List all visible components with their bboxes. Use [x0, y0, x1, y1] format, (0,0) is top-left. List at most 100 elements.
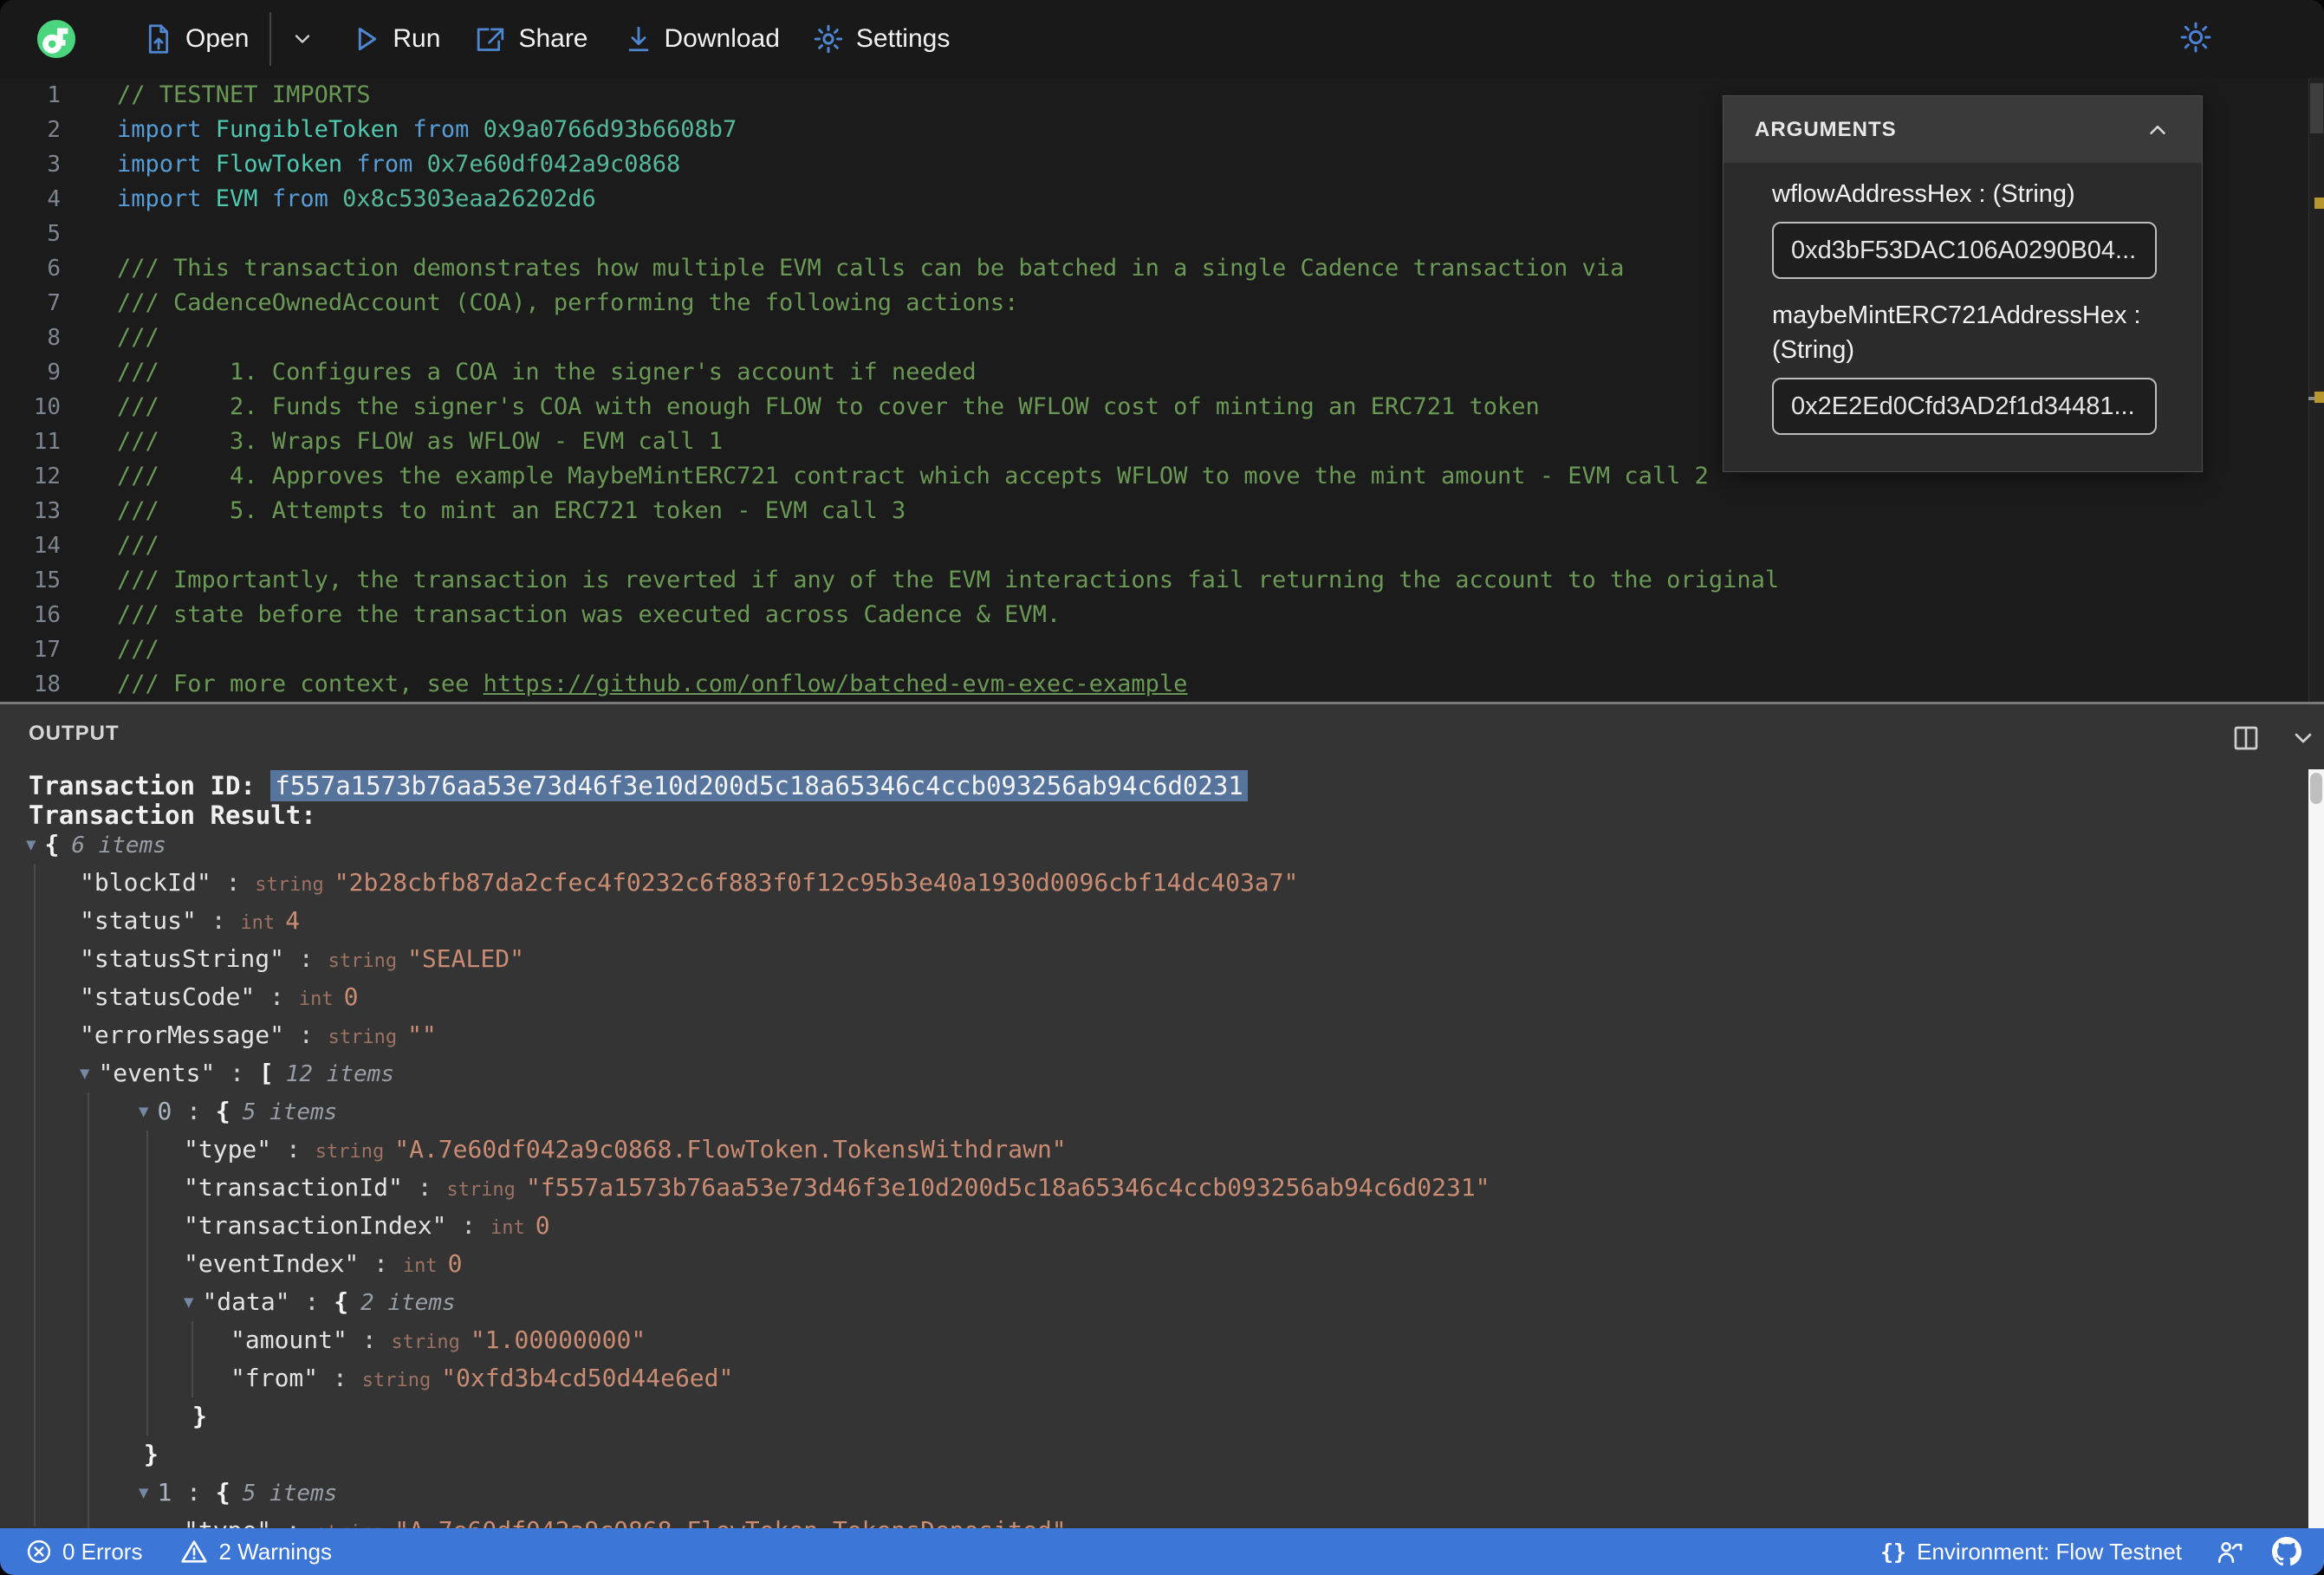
json-value: 0 [447, 1249, 463, 1278]
json-brace: { [215, 1097, 230, 1125]
json-value: 0 [343, 982, 359, 1011]
transaction-id-value[interactable]: f557a1573b76aa53e73d46f3e10d200d5c18a653… [270, 770, 1248, 801]
code-text: import FlowToken from 0x7e60df042a9c0868 [117, 147, 680, 182]
line-number: 17 [33, 637, 61, 663]
json-type-label: string [391, 1332, 460, 1353]
split-panel-icon[interactable] [2232, 725, 2260, 751]
json-row: "errorMessage" : string "" [80, 1016, 437, 1054]
json-colon: : [402, 1173, 447, 1202]
github-icon [2272, 1537, 2301, 1566]
output-scrollbar-track[interactable] [2308, 769, 2324, 1575]
json-value: 4 [285, 906, 301, 935]
settings-button[interactable]: Settings [813, 23, 950, 55]
code-token: import [117, 151, 216, 178]
editor-scrollbar-thumb[interactable] [2310, 83, 2323, 133]
download-icon [628, 26, 648, 52]
json-row: ▼ 0 : {5 items [139, 1092, 337, 1131]
collapse-output-chevron-icon[interactable] [2289, 725, 2317, 751]
expand-triangle-icon[interactable]: ▼ [184, 1283, 193, 1321]
indent-guide [192, 1321, 193, 1397]
code-link[interactable]: https://github.com/onflow/batched-evm-ex… [484, 671, 1188, 697]
code-token: import [117, 185, 216, 212]
json-colon: : [446, 1211, 491, 1240]
status-bar: 0 Errors 2 Warnings {} Environment: Flow… [0, 1528, 2324, 1575]
json-row: } [192, 1397, 207, 1436]
json-brace: { [44, 830, 60, 859]
argument-input-wflow[interactable] [1772, 222, 2157, 279]
errors-indicator[interactable]: 0 Errors [26, 1539, 142, 1565]
transaction-id-line: Transaction ID: f557a1573b76aa53e73d46f3… [29, 770, 1248, 801]
json-brace: } [192, 1402, 207, 1430]
open-dropdown-button[interactable] [290, 27, 315, 51]
indent-guide [146, 1131, 148, 1436]
code-token: FungibleToken [215, 116, 399, 143]
transaction-id-label: Transaction ID: [29, 771, 271, 800]
open-button[interactable]: Open [144, 23, 249, 55]
expand-triangle-icon[interactable]: ▼ [80, 1054, 89, 1092]
gear-icon [814, 24, 843, 54]
code-token: /// This transaction demonstrates how mu… [117, 255, 1625, 282]
code-token: /// 4. Approves the example MaybeMintERC… [117, 463, 1709, 489]
json-key: "transactionIndex" [184, 1211, 447, 1240]
line-number: 15 [33, 567, 61, 593]
theme-toggle-button[interactable] [2178, 20, 2213, 59]
code-token: /// 2. Funds the signer's COA with enoug… [117, 393, 1540, 420]
output-title: OUTPUT [29, 722, 120, 745]
line-number: 10 [33, 394, 61, 420]
github-link[interactable] [2272, 1537, 2301, 1566]
code-line: 14 /// [0, 528, 2324, 563]
warning-marker [2314, 198, 2324, 209]
arguments-header[interactable]: ARGUMENTS [1724, 96, 2202, 163]
json-value: "0xfd3b4cd50d44e6ed" [441, 1364, 734, 1392]
json-type-label: string [361, 1370, 432, 1391]
code-line: 16 /// state before the transaction was e… [0, 598, 2324, 632]
json-items-count: 5 items [242, 1099, 338, 1125]
code-token: /// state before the transaction was exe… [117, 601, 1061, 628]
code-token: 0x8c5303eaa26202d6 [342, 185, 596, 212]
editor-overview-ruler [2308, 78, 2324, 702]
share-button[interactable]: Share [475, 24, 588, 54]
feedback-button[interactable] [2215, 1538, 2244, 1565]
json-type-label: int [240, 912, 276, 934]
run-button[interactable]: Run [354, 24, 440, 54]
code-token: /// Importantly, the transaction is reve… [117, 567, 1780, 593]
line-number: 16 [33, 602, 61, 628]
json-key: "events" [98, 1059, 216, 1087]
output-scrollbar-thumb[interactable] [2310, 773, 2322, 804]
json-colon: : [271, 1135, 315, 1163]
line-number: 18 [33, 671, 61, 697]
error-circle-icon [27, 1539, 51, 1564]
warnings-indicator[interactable]: 2 Warnings [180, 1539, 332, 1565]
json-colon: : [211, 868, 256, 897]
panel-splitter[interactable] [0, 702, 2324, 704]
json-key: "status" [80, 906, 197, 935]
code-text: import EVM from 0x8c5303eaa26202d6 [117, 182, 596, 217]
code-line: 13 /// 5. Attempts to mint an ERC721 toke… [0, 494, 2324, 528]
expand-triangle-icon[interactable]: ▼ [26, 826, 36, 864]
json-type-label: string [446, 1179, 516, 1201]
environment-indicator[interactable]: {} Environment: Flow Testnet [1880, 1539, 2182, 1565]
json-key: "data" [202, 1287, 290, 1316]
json-brace: { [215, 1478, 230, 1507]
code-token: /// For more context, see [117, 671, 484, 697]
warning-marker [2314, 392, 2324, 403]
json-key: "statusString" [80, 944, 285, 973]
download-button[interactable]: Download [625, 24, 780, 54]
expand-triangle-icon[interactable]: ▼ [139, 1092, 148, 1131]
argument-input-maybemint[interactable] [1772, 378, 2157, 435]
chevron-up-icon[interactable] [2145, 117, 2171, 143]
code-text: /// 4. Approves the example MaybeMintERC… [117, 459, 1709, 494]
json-colon: : [284, 1021, 328, 1049]
json-items-count: 12 items [285, 1061, 394, 1087]
json-row: "statusCode" : int 0 [80, 978, 358, 1016]
code-text: // TESTNET IMPORTS [117, 78, 371, 113]
json-key: "statusCode" [80, 982, 256, 1011]
json-value: "f557a1573b76aa53e73d46f3e10d200d5c18a65… [525, 1173, 1490, 1202]
json-colon: : [196, 906, 241, 935]
json-value: 0 [535, 1211, 550, 1240]
line-number: 3 [47, 152, 61, 178]
arguments-panel: ARGUMENTS wflowAddressHex : (String) may… [1723, 95, 2203, 472]
warning-triangle-icon [181, 1540, 208, 1563]
code-token: FlowToken [215, 151, 343, 178]
expand-triangle-icon[interactable]: ▼ [139, 1474, 148, 1512]
